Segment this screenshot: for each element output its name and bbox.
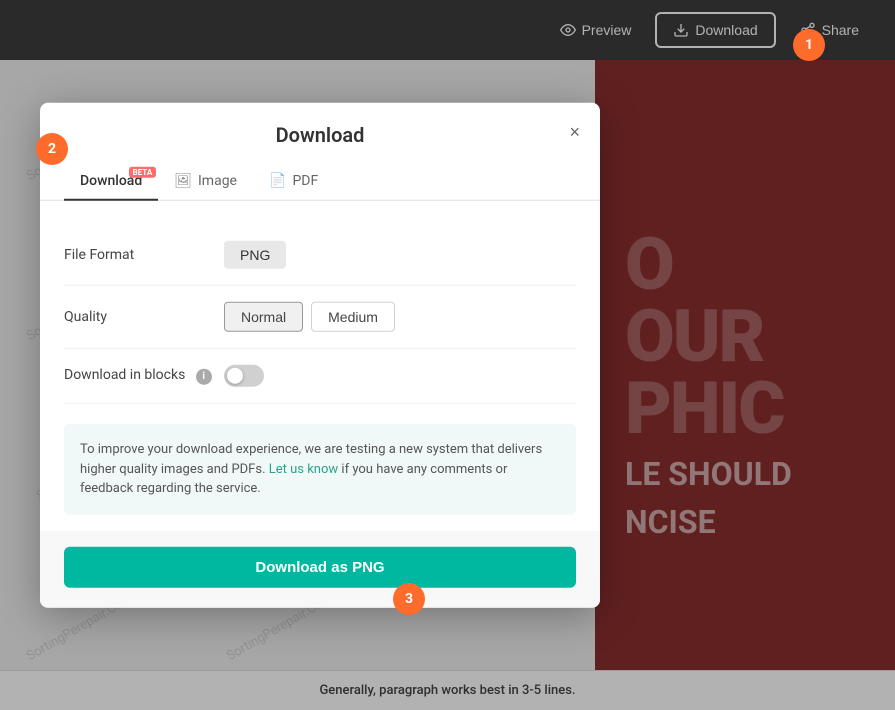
blocks-info-icon[interactable]: i: [196, 369, 212, 385]
blocks-controls: [224, 365, 264, 387]
quality-label: Quality: [64, 309, 224, 325]
modal-header: Download ×: [40, 103, 600, 147]
modal-body: File Format PNG Quality Normal Medium Do…: [40, 201, 600, 515]
info-box: To improve your download experience, we …: [64, 424, 576, 515]
blocks-toggle[interactable]: [224, 365, 264, 387]
info-link[interactable]: Let us know: [269, 461, 338, 476]
quality-normal-button[interactable]: Normal: [224, 302, 303, 332]
image-icon: 🖼: [174, 173, 192, 189]
format-png-button[interactable]: PNG: [224, 241, 286, 269]
file-format-label: File Format: [64, 247, 224, 263]
quality-medium-button[interactable]: Medium: [311, 302, 395, 332]
tab-pdf[interactable]: 📄 PDF: [253, 163, 334, 201]
modal-title: Download: [64, 123, 576, 147]
modal-footer: Download as PNG: [40, 530, 600, 607]
download-modal: Download × Download BETA 🖼 Image 📄 PDF F…: [40, 103, 600, 608]
quality-controls: Normal Medium: [224, 302, 395, 332]
tab-pdf-label: PDF: [292, 173, 318, 189]
modal-tabs: Download BETA 🖼 Image 📄 PDF: [40, 163, 600, 201]
badge-3: 3: [393, 583, 425, 615]
modal-overlay[interactable]: Download × Download BETA 🖼 Image 📄 PDF F…: [0, 0, 895, 710]
pdf-icon: 📄: [269, 173, 286, 189]
beta-badge: BETA: [129, 167, 157, 178]
file-format-row: File Format PNG: [64, 225, 576, 286]
file-format-controls: PNG: [224, 241, 286, 269]
modal-close-button[interactable]: ×: [565, 119, 584, 145]
tab-image-label: Image: [198, 173, 237, 189]
badge-2: 2: [36, 133, 68, 165]
blocks-label: Download in blocks i: [64, 367, 224, 385]
quality-row: Quality Normal Medium: [64, 286, 576, 349]
tab-download[interactable]: Download BETA: [64, 163, 158, 201]
download-cta-button[interactable]: Download as PNG: [64, 546, 576, 587]
tab-image[interactable]: 🖼 Image: [158, 163, 253, 201]
badge-1: 1: [793, 29, 825, 61]
blocks-row: Download in blocks i: [64, 349, 576, 404]
